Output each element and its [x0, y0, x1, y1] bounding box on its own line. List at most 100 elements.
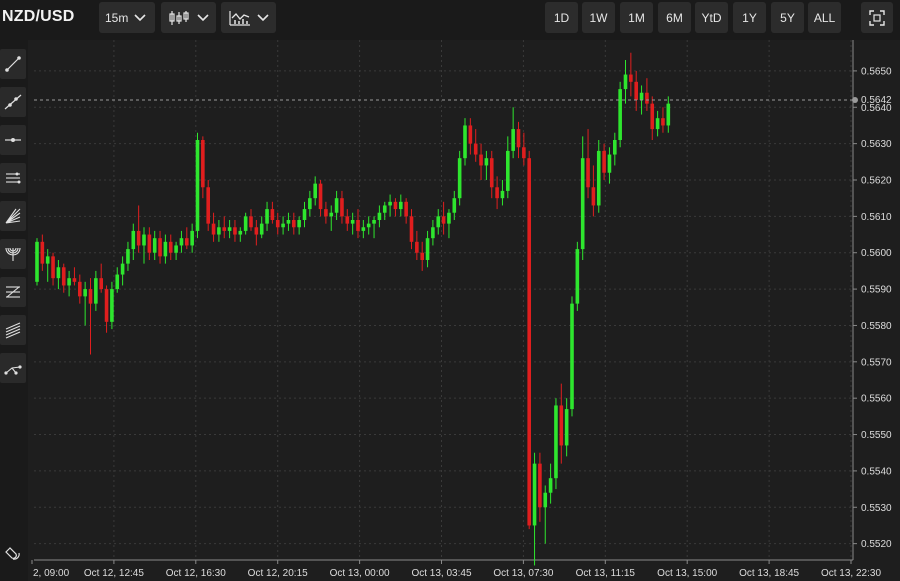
candle-body: [185, 238, 189, 246]
price-axis[interactable]: 0.56500.56400.56300.56200.56100.56000.55…: [853, 66, 892, 550]
candle-body: [372, 220, 376, 224]
candle-body: [506, 150, 510, 191]
tool-pitchfork[interactable]: [0, 353, 26, 383]
y-tick-label: 0.5650: [861, 66, 892, 77]
tool-arc[interactable]: [0, 239, 26, 269]
candle-body: [345, 216, 350, 224]
candle-body: [78, 281, 82, 297]
candle-body: [275, 220, 280, 228]
x-tick-label: Oct 13, 03:45: [411, 568, 471, 579]
candle-body: [655, 118, 660, 130]
candle-body: [666, 103, 671, 126]
y-tick-label: 0.5610: [861, 212, 892, 223]
x-tick-label: Oct 12, 12:45: [84, 568, 144, 579]
candle-body: [409, 216, 414, 242]
candle-body: [238, 230, 243, 235]
candle-body: [441, 216, 446, 224]
candle-body: [613, 140, 617, 155]
candle-body: [297, 220, 301, 228]
x-tick-label: Oct 13, 15:00: [657, 568, 717, 579]
candle-body: [51, 256, 55, 279]
candle-body: [126, 249, 130, 264]
candle-body: [168, 241, 173, 253]
arc-icon: [5, 247, 21, 261]
candle-body: [292, 220, 296, 228]
tool-fan[interactable]: [0, 201, 26, 231]
price-chart[interactable]: 0.56500.56400.56300.56200.56100.56000.55…: [0, 0, 900, 581]
candle-body: [158, 238, 162, 257]
candle-body: [265, 209, 269, 224]
candle-body: [110, 289, 114, 322]
candle-body: [591, 187, 596, 206]
candle-body: [436, 216, 441, 228]
candle-body: [393, 201, 398, 210]
candle-body: [516, 129, 521, 148]
candle-body: [559, 405, 564, 446]
candle-body: [334, 198, 339, 213]
tool-horizontal-line[interactable]: [0, 125, 26, 155]
horizontal-line-icon: [5, 138, 21, 142]
tool-trend-line[interactable]: [0, 49, 26, 79]
candle-body: [596, 150, 601, 206]
candle-body: [88, 289, 93, 304]
candle-body: [366, 223, 371, 228]
candle-body: [324, 209, 328, 217]
y-tick-label: 0.5520: [861, 539, 892, 550]
candle-body: [575, 249, 580, 304]
candle-body: [222, 227, 227, 231]
candle-body: [468, 125, 473, 144]
candle-body: [67, 278, 71, 286]
candle-body: [495, 187, 499, 199]
candle-body: [61, 267, 66, 286]
tool-fib-channel[interactable]: [0, 315, 26, 345]
y-tick-label: 0.5550: [861, 430, 892, 441]
last-price-marker: [852, 97, 858, 103]
candle-body: [457, 158, 462, 199]
fib-retracement-icon: [6, 286, 20, 298]
candle-body: [227, 227, 232, 231]
last-price-label: 0.5642: [861, 95, 892, 106]
candle-body: [249, 216, 253, 228]
candle-body: [56, 267, 61, 279]
candle-body: [211, 223, 216, 235]
candle-body: [104, 289, 109, 322]
candle-body: [308, 198, 312, 210]
time-axis[interactable]: 2, 09:00 Oct 12, 12:45 Oct 12, 16:30 Oct 12…: [31, 560, 881, 579]
candle-body: [527, 158, 531, 526]
candle-body: [634, 81, 638, 100]
candle-body: [420, 252, 424, 260]
candle-body: [388, 201, 392, 206]
pitchfork-icon: [4, 365, 22, 375]
candle-body: [302, 209, 307, 220]
candle-body: [259, 223, 264, 235]
candle-body: [463, 125, 467, 159]
candle-body: [270, 209, 275, 220]
candle-body: [206, 187, 210, 224]
candle-body: [281, 223, 285, 228]
candles: [35, 52, 671, 566]
candle-body: [580, 158, 585, 250]
x-tick-label: Oct 13, 00:00: [330, 568, 390, 579]
candle-body: [254, 227, 259, 235]
candle-body: [190, 230, 194, 246]
candle-body: [473, 143, 478, 155]
candle-body: [35, 241, 39, 282]
y-tick-label: 0.5590: [861, 285, 892, 296]
candle-body: [570, 303, 574, 410]
tool-parallel-channel[interactable]: [0, 163, 26, 193]
tool-extended-line[interactable]: [0, 87, 26, 117]
tool-fib-retracement[interactable]: [0, 277, 26, 307]
candle-body: [452, 198, 457, 213]
y-tick-label: 0.5540: [861, 466, 892, 477]
candle-body: [511, 129, 515, 151]
chart-grid: [34, 40, 854, 561]
candle-body: [399, 201, 403, 210]
candle-body: [115, 274, 120, 290]
candle-body: [425, 238, 430, 260]
candle-body: [650, 103, 655, 130]
candle-body: [356, 220, 360, 231]
tool-magnet[interactable]: [0, 540, 26, 570]
y-tick-label: 0.5620: [861, 176, 892, 187]
candle-body: [163, 241, 168, 257]
candle-body: [131, 230, 136, 250]
